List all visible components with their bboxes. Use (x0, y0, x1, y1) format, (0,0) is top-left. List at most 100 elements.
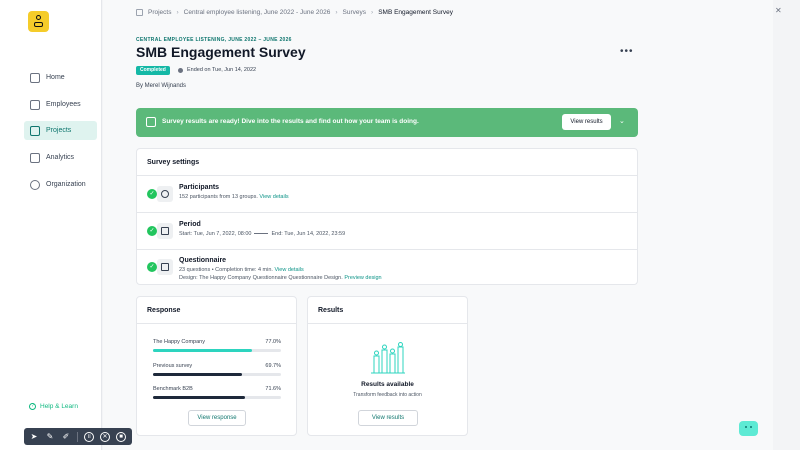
response-item-percent: 77.0% (265, 339, 281, 345)
preview-design-link[interactable]: Preview design (344, 275, 381, 281)
divider (137, 175, 637, 176)
divider (308, 323, 467, 324)
survey-settings-card: Survey settings ✓ Participants 152 parti… (136, 148, 638, 285)
period-detail: Start: Tue, Jun 7, 2022, 08:00 End: Tue, … (179, 231, 345, 237)
check-icon: ✓ (147, 189, 157, 199)
results-card: Results Results available Transform feed… (307, 296, 468, 436)
home-icon (30, 72, 40, 83)
response-item-name: Previous survey (153, 363, 193, 369)
period-label: Period (179, 221, 201, 228)
check-icon: ✓ (147, 226, 157, 236)
cursor-icon[interactable]: ➤ (29, 432, 39, 442)
chevron-right-icon: › (371, 9, 374, 16)
sidebar-item-projects[interactable]: Projects (24, 121, 97, 140)
more-options-icon[interactable]: ••• (620, 46, 634, 57)
sidebar-item-label: Organization (46, 181, 86, 188)
view-response-button[interactable]: View response (188, 410, 246, 426)
progress-track (153, 396, 281, 399)
author-byline: By Merel Wijnands (136, 83, 187, 89)
sidebar-item-analytics[interactable]: Analytics (24, 148, 97, 167)
chevron-down-icon[interactable]: ⌄ (619, 117, 625, 125)
participants-view-details-link[interactable]: View details (259, 194, 288, 200)
progress-fill (153, 396, 245, 399)
card-title: Survey settings (147, 159, 200, 166)
design-text: Design: The Happy Company Questionnaire … (179, 275, 343, 281)
calendar-icon (157, 223, 173, 239)
projects-icon (30, 125, 40, 136)
card-title: Response (147, 307, 181, 314)
participants-detail: 152 participants from 13 groups. View de… (179, 194, 289, 200)
response-card: Response The Happy Company 77.0% Previou… (136, 296, 297, 436)
breadcrumb-home-icon[interactable] (136, 9, 143, 16)
banner-view-results-button[interactable]: View results (562, 114, 611, 130)
sidebar-item-home[interactable]: Home (24, 68, 97, 87)
pause-icon[interactable]: ॥ (84, 431, 94, 442)
participants-text: 152 participants from 13 groups. (179, 194, 258, 200)
status-badge: Completed (136, 66, 170, 75)
add-user-icon (157, 186, 173, 202)
checklist-icon (157, 259, 173, 275)
chevron-right-icon: › (176, 9, 179, 16)
questionnaire-text: 23 questions • Completion time: 4 min. (179, 267, 273, 273)
period-start: Start: Tue, Jun 7, 2022, 08:00 (179, 231, 252, 237)
sidebar-item-label: Analytics (46, 154, 75, 161)
divider (137, 323, 296, 324)
highlighter-icon[interactable]: ✐ (61, 432, 71, 442)
breadcrumb-current: SMB Engagement Survey (378, 9, 453, 16)
timeline-icon (254, 233, 269, 235)
toolbar-divider (77, 431, 78, 442)
questionnaire-detail: 23 questions • Completion time: 4 min. V… (179, 267, 304, 273)
results-heading: Results available (361, 381, 414, 388)
help-icon: ? (29, 403, 36, 410)
participants-label: Participants (179, 184, 220, 191)
close-icon[interactable]: ✕ (775, 6, 785, 15)
response-item-percent: 69.7% (265, 363, 281, 369)
response-item-name: Benchmark B2B (153, 386, 193, 392)
pen-icon[interactable]: ✎ (45, 432, 55, 442)
organization-icon (30, 179, 40, 190)
breadcrumb-item[interactable]: Central employee listening, June 2022 - … (184, 9, 331, 16)
project-eyebrow: CENTRAL EMPLOYEE LISTENING, JUNE 2022 – … (136, 37, 292, 43)
sidebar-item-organization[interactable]: Organization (24, 175, 97, 194)
chat-widget-icon[interactable] (739, 421, 758, 436)
response-item-percent: 71.6% (265, 386, 281, 392)
scrollbar[interactable]: ✕ (773, 0, 800, 450)
sidebar-item-label: Home (46, 74, 65, 81)
questionnaire-design: Design: The Happy Company Questionnaire … (179, 275, 382, 281)
stop-icon[interactable]: ■ (116, 431, 126, 442)
progress-track (153, 373, 281, 376)
breadcrumb: Projects › Central employee listening, J… (136, 9, 453, 16)
progress-fill (153, 349, 252, 352)
progress-track (153, 349, 281, 352)
card-title: Results (318, 307, 344, 314)
divider (137, 212, 637, 213)
page-title: SMB Engagement Survey (136, 44, 306, 60)
employees-icon (30, 99, 40, 110)
progress-fill (153, 373, 243, 376)
divider (137, 249, 637, 250)
clock-icon (178, 67, 183, 73)
check-icon: ✓ (147, 262, 157, 272)
sidebar: Home Employees Projects Analytics Organi… (0, 0, 102, 450)
ended-text: Ended on Tue, Jun 14, 2022 (187, 67, 257, 73)
sidebar-item-label: Employees (46, 101, 81, 108)
response-item-name: The Happy Company (153, 339, 205, 345)
checkbox-icon (146, 117, 156, 127)
period-end: End: Tue, Jun 14, 2022, 23:59 (271, 231, 346, 237)
chevron-right-icon: › (335, 9, 338, 16)
banner-message: Survey results are ready! Dive into the … (162, 118, 419, 125)
sidebar-item-employees[interactable]: Employees (24, 95, 97, 114)
sidebar-item-label: Projects (46, 127, 72, 134)
ended-date: Ended on Tue, Jun 14, 2022 (178, 67, 256, 73)
results-ready-banner: Survey results are ready! Dive into the … (136, 108, 638, 137)
recording-toolbar: ➤ ✎ ✐ ॥ ✕ ■ (24, 428, 132, 445)
breadcrumb-item[interactable]: Projects (148, 9, 171, 16)
cancel-icon[interactable]: ✕ (100, 431, 110, 442)
results-subtext: Transform feedback into action (353, 392, 422, 398)
brand-logo[interactable] (28, 11, 49, 32)
help-label: Help & Learn (40, 403, 78, 410)
breadcrumb-item[interactable]: Surveys (343, 9, 366, 16)
help-link[interactable]: ? Help & Learn (29, 403, 78, 410)
questionnaire-view-details-link[interactable]: View details (274, 267, 303, 273)
results-view-results-button[interactable]: View results (358, 410, 418, 426)
